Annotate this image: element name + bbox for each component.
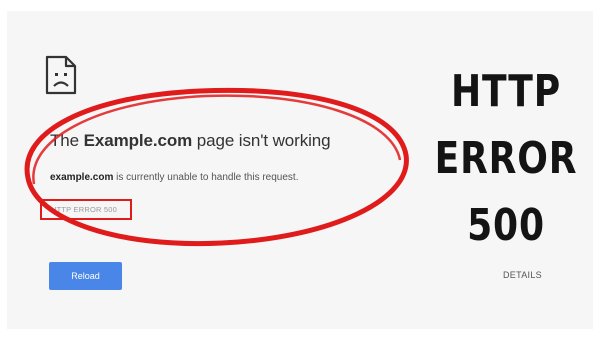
overlay-line-http: HTTP <box>451 66 561 117</box>
overlay-line-error: ERROR <box>434 133 578 184</box>
details-link[interactable]: DETAILS <box>503 270 542 280</box>
error-description: example.com is currently unable to handl… <box>50 172 299 183</box>
error-code-highlight-box <box>40 199 132 220</box>
page-title: The Example.com page isn't working <box>50 131 331 150</box>
http-error-500-overlay-text: HTTP ERROR 500 <box>432 58 580 259</box>
overlay-line-500: 500 <box>467 200 545 251</box>
reload-button[interactable]: Reload <box>49 262 122 290</box>
sad-document-icon <box>45 55 77 95</box>
